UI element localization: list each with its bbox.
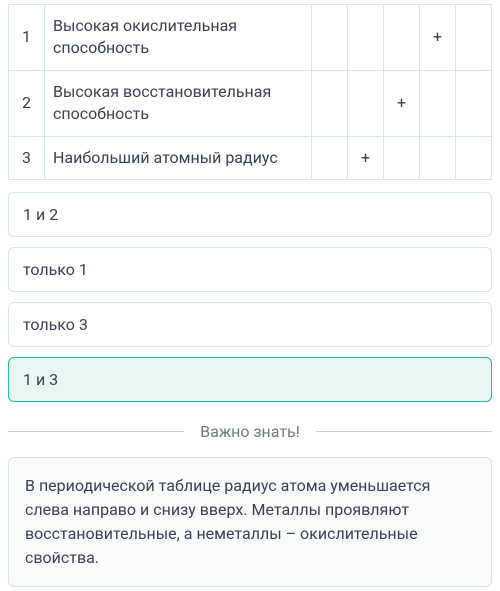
row-number: 3 [9, 136, 45, 179]
row-mark: + [420, 5, 456, 71]
row-mark [312, 5, 348, 71]
row-mark [384, 136, 420, 179]
row-mark [420, 136, 456, 179]
row-property: Высокая восстановительная способность [45, 70, 312, 136]
row-mark [348, 70, 384, 136]
answer-option-label: 1 и 3 [23, 370, 58, 389]
row-number: 1 [9, 5, 45, 71]
table-row: 1 Высокая окислительная способность + [9, 5, 492, 71]
info-box: В периодической таблице радиус атома уме… [8, 457, 492, 587]
row-mark: + [384, 70, 420, 136]
answer-option-label: только 1 [23, 260, 88, 279]
divider-line [316, 431, 492, 432]
row-mark: + [348, 136, 384, 179]
answer-option[interactable]: 1 и 2 [8, 192, 492, 237]
row-mark [348, 5, 384, 71]
row-number: 2 [9, 70, 45, 136]
table-row: 2 Высокая восстановительная способность … [9, 70, 492, 136]
divider-label: Важно знать! [184, 422, 316, 441]
properties-table: 1 Высокая окислительная способность + 2 … [8, 4, 492, 180]
answer-option[interactable]: только 3 [8, 302, 492, 347]
answer-option-label: только 3 [23, 315, 88, 334]
answer-option-label: 1 и 2 [23, 205, 58, 224]
table-row: 3 Наибольший атомный радиус + [9, 136, 492, 179]
answer-option-selected[interactable]: 1 и 3 [8, 357, 492, 402]
row-mark [456, 136, 492, 179]
row-property: Высокая окислительная способность [45, 5, 312, 71]
row-mark [312, 70, 348, 136]
section-divider: Важно знать! [8, 422, 492, 441]
row-mark [420, 70, 456, 136]
row-property: Наибольший атомный радиус [45, 136, 312, 179]
row-mark [456, 70, 492, 136]
divider-line [8, 431, 184, 432]
info-text: В периодической таблице радиус атома уме… [25, 476, 430, 567]
row-mark [312, 136, 348, 179]
answer-option[interactable]: только 1 [8, 247, 492, 292]
row-mark [456, 5, 492, 71]
row-mark [384, 5, 420, 71]
